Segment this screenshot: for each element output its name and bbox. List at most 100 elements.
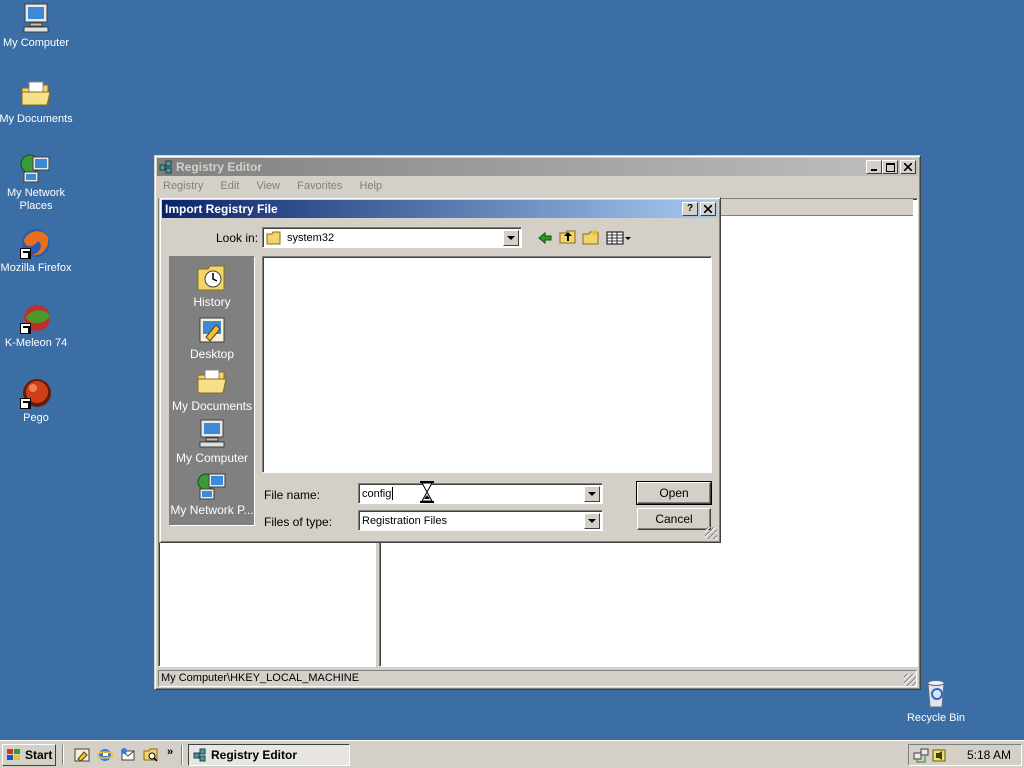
- desktop-icon-label: My Documents: [0, 113, 73, 125]
- firefox-icon: [20, 227, 52, 259]
- file-name-input[interactable]: config: [358, 483, 603, 504]
- desktop-icon-my-computer[interactable]: My Computer: [0, 2, 74, 50]
- files-of-type-label: Files of type:: [264, 515, 333, 529]
- menu-view[interactable]: View: [256, 180, 280, 192]
- regedit-app-icon: [193, 748, 207, 762]
- network-places-icon: [196, 471, 228, 501]
- volume-tray-icon[interactable]: [931, 747, 947, 763]
- shortcut-arrow-icon: [20, 323, 31, 334]
- help-button[interactable]: ?: [682, 202, 698, 216]
- minimize-button[interactable]: [866, 160, 882, 174]
- files-of-type-combo[interactable]: Registration Files: [358, 510, 603, 531]
- pego-icon: [20, 377, 52, 409]
- look-in-value: system32: [287, 231, 335, 244]
- taskbar-separator: [181, 745, 183, 765]
- history-icon: [196, 263, 228, 293]
- desktop-icon-label: K-Meleon 74: [4, 337, 68, 349]
- desktop-icon-my-documents[interactable]: My Documents: [0, 78, 74, 126]
- recycle-bin-icon: [920, 677, 952, 709]
- maximize-button[interactable]: [882, 160, 898, 174]
- clock[interactable]: 5:18 AM: [967, 748, 1011, 762]
- show-desktop-icon[interactable]: [74, 747, 90, 763]
- task-label: Registry Editor: [211, 748, 298, 762]
- internet-explorer-icon[interactable]: [96, 747, 114, 763]
- my-computer-icon: [20, 2, 52, 34]
- shortcut-arrow-icon: [20, 398, 31, 409]
- place-label: My Computer: [175, 451, 249, 465]
- look-in-label: Look in:: [216, 231, 259, 245]
- menu-registry[interactable]: Registry: [163, 180, 203, 192]
- desktop-icon-label: My Network Places: [6, 187, 66, 212]
- quick-launch-overflow-icon[interactable]: »: [167, 746, 173, 758]
- window-title: Registry Editor: [176, 160, 263, 174]
- menu-favorites[interactable]: Favorites: [297, 180, 342, 192]
- my-documents-icon: [196, 367, 228, 397]
- menu-edit[interactable]: Edit: [220, 180, 239, 192]
- network-tray-icon[interactable]: [913, 747, 929, 763]
- place-my-documents[interactable]: My Documents: [170, 367, 254, 413]
- desktop-icon-k-meleon[interactable]: K-Meleon 74: [0, 302, 74, 350]
- close-button[interactable]: [900, 160, 916, 174]
- desktop-icon-label: Recycle Bin: [906, 712, 966, 724]
- start-label: Start: [25, 748, 53, 762]
- taskbar: Start » Registry Editor 5:18 AM: [0, 740, 1024, 768]
- import-registry-file-dialog: Import Registry File ? Look in: system32…: [159, 197, 721, 543]
- registry-editor-titlebar[interactable]: Registry Editor: [157, 158, 918, 176]
- new-folder-icon[interactable]: [582, 228, 600, 245]
- desktop-place-icon: [196, 315, 228, 345]
- status-path: My Computer\HKEY_LOCAL_MACHINE: [161, 672, 360, 684]
- search-icon[interactable]: [143, 747, 159, 763]
- place-desktop[interactable]: Desktop: [170, 315, 254, 361]
- places-bar: History Desktop My Documents My Computer…: [169, 256, 255, 526]
- k-meleon-icon: [20, 302, 52, 334]
- menu-bar: Registry Edit View Favorites Help: [163, 180, 396, 192]
- cancel-button[interactable]: Cancel: [637, 508, 711, 530]
- my-documents-icon: [20, 78, 52, 110]
- status-bar: My Computer\HKEY_LOCAL_MACHINE: [158, 670, 917, 687]
- place-history[interactable]: History: [170, 263, 254, 309]
- file-list[interactable]: [262, 256, 712, 473]
- file-name-dropdown-button[interactable]: [584, 486, 600, 502]
- regedit-app-icon: [159, 160, 173, 174]
- desktop-icon-label: My Computer: [2, 37, 70, 49]
- shortcut-arrow-icon: [20, 248, 31, 259]
- back-icon[interactable]: [537, 230, 553, 246]
- dialog-title: Import Registry File: [165, 202, 278, 216]
- resize-grip[interactable]: [904, 674, 916, 686]
- place-label: My Network P...: [170, 503, 254, 517]
- folder-icon: [266, 231, 282, 245]
- file-name-label: File name:: [264, 488, 321, 502]
- desktop-icon-pego[interactable]: Pego: [0, 377, 74, 425]
- place-label: My Documents: [171, 399, 253, 413]
- dialog-resize-grip[interactable]: [705, 527, 717, 539]
- my-computer-icon: [196, 419, 228, 449]
- start-button[interactable]: Start: [2, 744, 56, 766]
- network-places-icon: [20, 152, 52, 184]
- place-label: History: [193, 295, 231, 309]
- files-of-type-value: Registration Files: [362, 514, 447, 527]
- taskbar-separator: [62, 745, 64, 765]
- file-name-value: config: [362, 487, 392, 500]
- text-caret: [392, 487, 394, 500]
- desktop-icon-label: Mozilla Firefox: [0, 262, 72, 274]
- taskbar-button-registry-editor[interactable]: Registry Editor: [188, 744, 350, 766]
- look-in-combo[interactable]: system32: [262, 227, 522, 248]
- desktop-icon-label: Pego: [23, 412, 49, 424]
- dialog-titlebar[interactable]: Import Registry File ?: [162, 200, 718, 218]
- system-tray: 5:18 AM: [908, 744, 1022, 766]
- up-one-level-icon[interactable]: [559, 229, 577, 245]
- place-my-network-places[interactable]: My Network P...: [170, 471, 254, 517]
- desktop-icon-my-network-places[interactable]: My Network Places: [0, 152, 74, 213]
- look-in-dropdown-button[interactable]: [503, 230, 519, 246]
- place-my-computer[interactable]: My Computer: [170, 419, 254, 465]
- outlook-express-icon[interactable]: [120, 747, 136, 763]
- hourglass-cursor-icon: [420, 481, 434, 503]
- files-of-type-dropdown-button[interactable]: [584, 513, 600, 529]
- view-menu-icon[interactable]: [606, 230, 632, 246]
- open-button[interactable]: Open: [636, 481, 712, 505]
- windows-logo-icon: [6, 748, 22, 762]
- desktop-icon-mozilla-firefox[interactable]: Mozilla Firefox: [0, 227, 74, 275]
- dialog-close-button[interactable]: [700, 202, 716, 216]
- menu-help[interactable]: Help: [359, 180, 382, 192]
- place-label: Desktop: [189, 347, 235, 361]
